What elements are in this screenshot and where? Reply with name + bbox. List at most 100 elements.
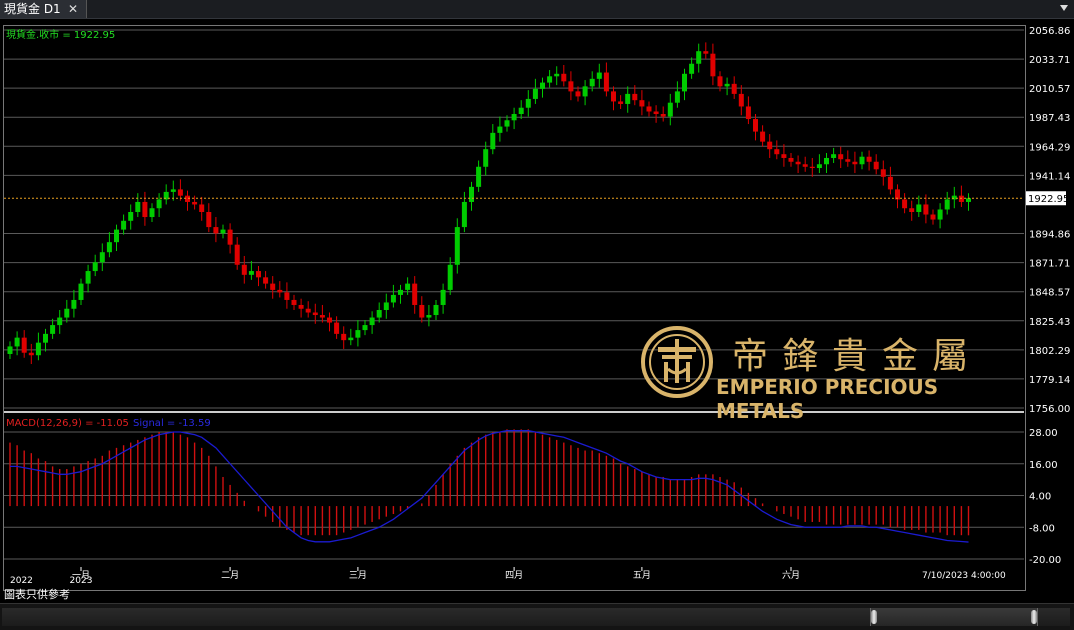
- candle-body: [951, 195, 957, 200]
- candle-body: [831, 154, 837, 158]
- macd-legend: MACD(12,26,9) = -11.05: [6, 418, 129, 429]
- scroll-grip-right-icon[interactable]: [1031, 610, 1037, 624]
- candle-body: [270, 283, 276, 290]
- candle-body: [966, 198, 971, 202]
- x-axis-label: 二月: [221, 570, 239, 581]
- disclaimer-text: 圖表只供參考: [4, 588, 70, 601]
- x-axis-label: 五月: [633, 570, 651, 581]
- candle-body: [887, 176, 893, 190]
- candle-body: [554, 73, 560, 77]
- candle-body: [390, 294, 396, 303]
- candle-body: [7, 346, 13, 354]
- logo-emblem-icon: [641, 326, 713, 398]
- candle-body: [341, 333, 347, 341]
- candle-body: [114, 229, 119, 243]
- candle-body: [192, 201, 198, 205]
- candle-body: [625, 93, 631, 104]
- candle-body: [618, 101, 624, 104]
- candle-body: [319, 315, 325, 318]
- candle-body: [525, 98, 531, 108]
- candle-body: [106, 242, 112, 253]
- candle-body: [177, 189, 183, 196]
- price-axis-tick: 1802.29: [1029, 346, 1070, 357]
- candle-body: [738, 93, 744, 107]
- candle-body: [937, 209, 943, 220]
- candle-body: [156, 199, 162, 209]
- price-axis-tick: 1871.71: [1029, 259, 1070, 270]
- candle-body: [845, 159, 851, 162]
- candle-body: [880, 169, 886, 177]
- candle-body: [28, 352, 34, 356]
- candle-body: [71, 299, 77, 309]
- chart-scrollbar[interactable]: [0, 603, 1074, 630]
- chart-canvas[interactable]: 2056.86 2033.71 2010.57 1987.43 1964.29 1941.…: [0, 0, 1074, 600]
- price-axis-tick: 2033.71: [1029, 55, 1070, 66]
- price-legend: 現貨金.收市 = 1922.95: [6, 28, 115, 41]
- scroll-thumb[interactable]: [870, 608, 1038, 626]
- candle-body: [14, 337, 20, 347]
- candle-body: [511, 114, 517, 121]
- candle-body: [334, 322, 340, 334]
- footer: 圖表只供參考: [0, 587, 1074, 602]
- candle-body: [447, 264, 453, 290]
- candle-body: [916, 204, 922, 213]
- candle-body: [667, 102, 673, 117]
- candle-body: [582, 86, 588, 97]
- candle-body: [788, 157, 794, 162]
- candle-body: [50, 325, 56, 334]
- current-price-label: 1922.95: [1028, 194, 1069, 205]
- candle-body: [291, 299, 297, 305]
- candle-body: [220, 229, 226, 234]
- candle-body: [575, 91, 581, 97]
- candle-body: [760, 131, 766, 142]
- candle-body: [717, 76, 723, 87]
- candle-body: [64, 308, 70, 318]
- candle-body: [327, 317, 332, 323]
- candle-body: [199, 204, 205, 213]
- macd-axis-tick: 28.00: [1029, 428, 1058, 439]
- candle-body: [902, 199, 908, 209]
- candle-body: [92, 262, 98, 272]
- candle-body: [646, 106, 652, 112]
- candle-body: [568, 81, 574, 92]
- price-axis-tick: 2056.86: [1029, 26, 1070, 37]
- candle-body: [781, 154, 787, 158]
- candle-body: [745, 106, 751, 120]
- candle-body: [518, 107, 524, 115]
- candle-body: [639, 100, 645, 107]
- macd-axis-tick: 4.00: [1029, 492, 1051, 503]
- company-logo: 帝鋒貴金屬 EMPERIO PRECIOUS METALS: [640, 325, 1010, 423]
- candle-body: [57, 317, 63, 326]
- candle-body: [596, 72, 602, 79]
- candle-body: [611, 91, 616, 102]
- candle-body: [469, 186, 474, 202]
- candle-body: [241, 264, 247, 275]
- candle-body: [540, 82, 545, 89]
- candle-body: [731, 83, 737, 94]
- candle-body: [497, 126, 503, 133]
- candle-body: [767, 141, 773, 150]
- candle-body: [426, 315, 432, 318]
- candle-body: [753, 119, 758, 132]
- candle-body: [78, 283, 84, 300]
- candle-body: [532, 88, 538, 99]
- candle-body: [547, 76, 553, 83]
- scroll-track[interactable]: [2, 608, 1070, 626]
- candle-body: [674, 91, 680, 103]
- x-axis-label: 三月: [349, 570, 367, 581]
- candle-body: [838, 154, 844, 160]
- price-axis-tick: 1825.43: [1029, 317, 1070, 328]
- candle-body: [99, 252, 105, 263]
- candle-body: [930, 214, 936, 220]
- candle-body: [944, 199, 950, 210]
- candle-body: [461, 201, 467, 228]
- candle-body: [440, 289, 446, 305]
- scroll-grip-left-icon[interactable]: [871, 610, 877, 624]
- candle-body: [653, 111, 659, 115]
- candle-body: [490, 132, 496, 150]
- candle-body: [35, 342, 41, 356]
- price-axis-tick: 1848.57: [1029, 288, 1070, 299]
- macd-signal-line: [10, 430, 969, 543]
- candle-body: [696, 51, 702, 64]
- candle-body: [816, 164, 822, 169]
